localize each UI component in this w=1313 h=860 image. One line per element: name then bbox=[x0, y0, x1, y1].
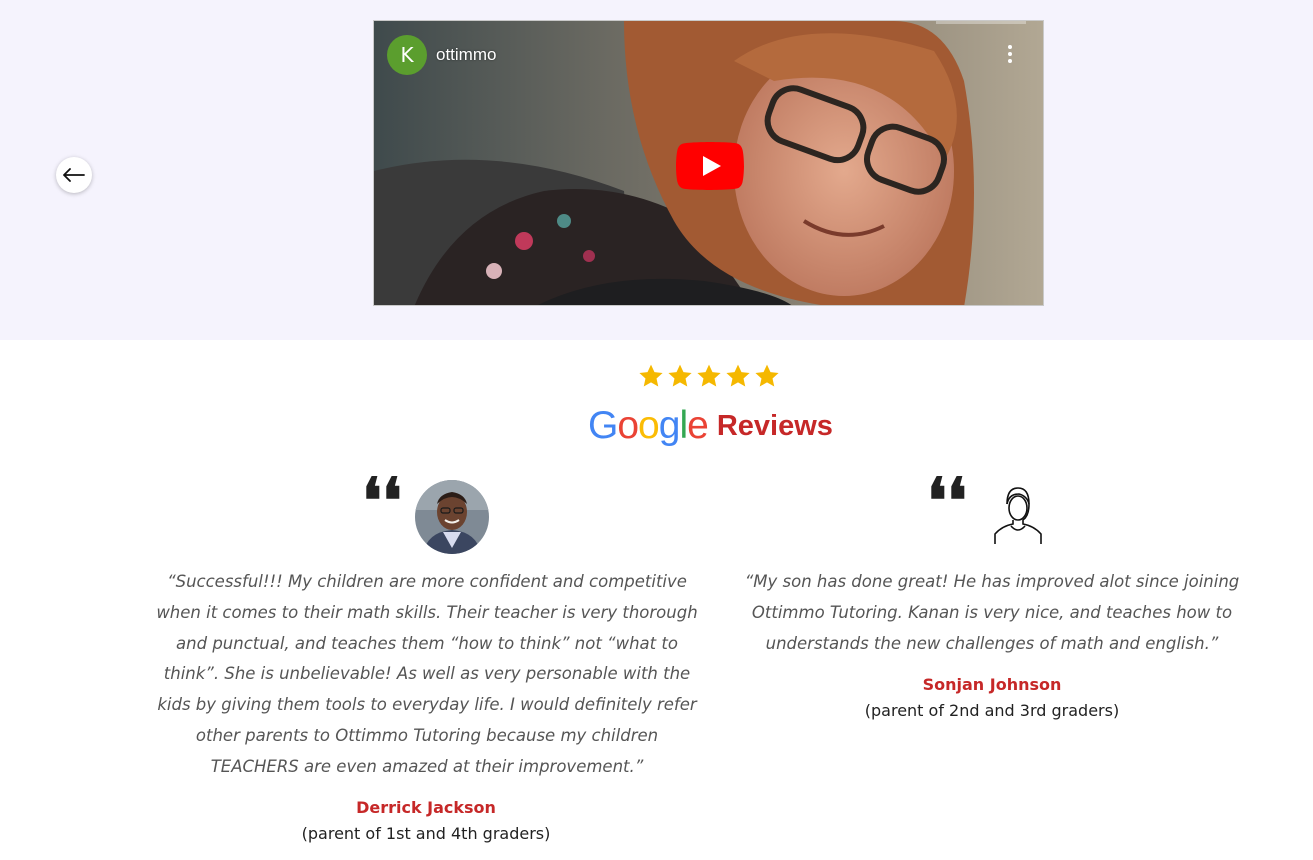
google-logo-letter: l bbox=[679, 404, 688, 447]
review-text: “Successful!!! My children are more conf… bbox=[156, 572, 698, 776]
reviewer-name: Derrick Jackson bbox=[356, 798, 496, 817]
more-vertical-icon[interactable] bbox=[1005, 45, 1015, 67]
youtube-video-embed[interactable]: K ottimmo bbox=[373, 20, 1044, 306]
google-logo-letter: g bbox=[658, 404, 681, 447]
reviewer-avatar bbox=[415, 480, 489, 554]
reviewer-role: (parent of 1st and 4th graders) bbox=[301, 824, 551, 843]
channel-name-link[interactable]: ottimmo bbox=[436, 45, 496, 65]
arrow-left-icon bbox=[63, 168, 85, 182]
google-logo-letter: o bbox=[638, 404, 660, 447]
review-text: “My son has done great! He has improved … bbox=[744, 572, 1240, 653]
youtube-play-icon[interactable] bbox=[676, 142, 744, 190]
five-star-rating bbox=[638, 363, 780, 393]
google-logo-letter: o bbox=[617, 404, 639, 447]
star-icon bbox=[639, 364, 663, 387]
google-logo: Google bbox=[588, 404, 709, 448]
google-logo-letter: G bbox=[588, 404, 618, 447]
star-icon bbox=[755, 364, 779, 387]
channel-avatar[interactable]: K bbox=[387, 35, 427, 75]
reviewer-role: (parent of 2nd and 3rd graders) bbox=[864, 701, 1120, 720]
star-icon bbox=[668, 364, 692, 387]
star-icon bbox=[697, 364, 721, 387]
google-logo-letter: e bbox=[687, 404, 709, 447]
star-icon bbox=[726, 364, 750, 387]
quote-icon: ❛❛ bbox=[362, 464, 402, 537]
google-reviews-heading: Google Reviews bbox=[588, 402, 833, 450]
reviewer-photo bbox=[415, 480, 489, 554]
carousel-prev-button[interactable] bbox=[56, 157, 92, 193]
reviews-label: Reviews bbox=[716, 409, 833, 442]
female-user-outline-icon bbox=[994, 487, 1042, 544]
video-progress-bar bbox=[936, 21, 1026, 24]
reviewer-name: Sonjan Johnson bbox=[922, 675, 1062, 694]
quote-icon: ❛❛ bbox=[927, 464, 967, 537]
